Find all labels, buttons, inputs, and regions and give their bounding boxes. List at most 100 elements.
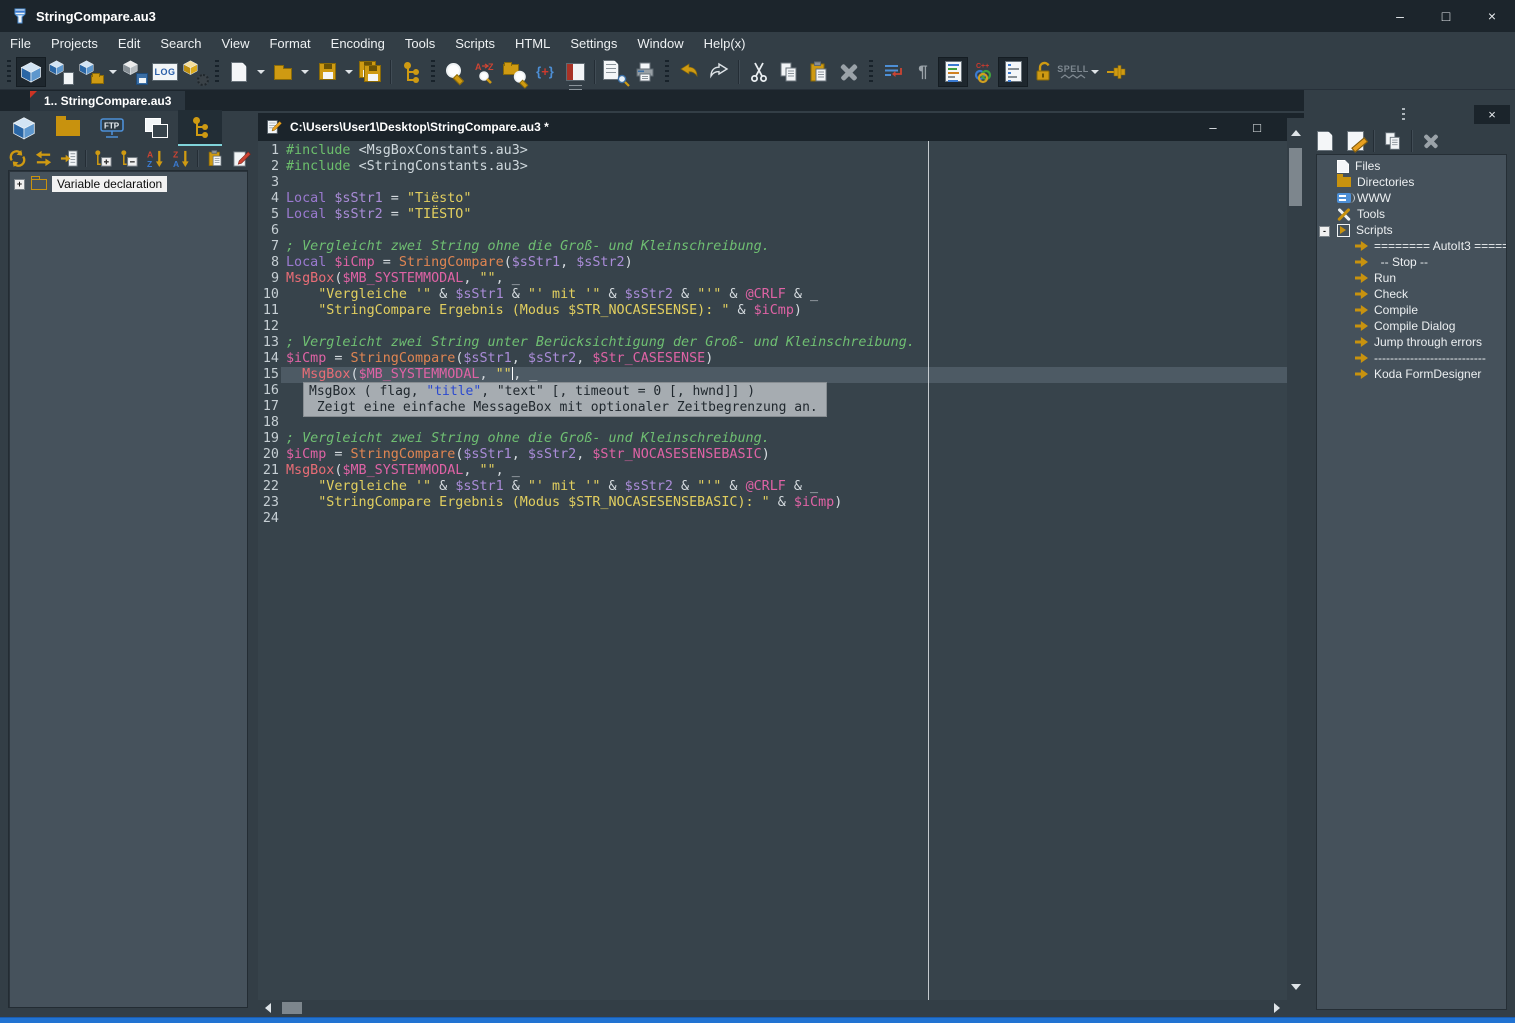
scroll-right-arrow-icon[interactable] bbox=[1274, 1003, 1280, 1013]
tree-item-directories[interactable]: Directories bbox=[1317, 174, 1506, 190]
copy-item-button[interactable] bbox=[1378, 127, 1408, 155]
delete-button[interactable] bbox=[834, 57, 864, 87]
redo-button[interactable] bbox=[704, 57, 734, 87]
close-button[interactable]: × bbox=[1469, 0, 1515, 32]
project-settings-button[interactable] bbox=[180, 57, 210, 87]
cut-button[interactable] bbox=[744, 57, 774, 87]
tree-item-run[interactable]: Run bbox=[1317, 270, 1506, 286]
scroll-left-arrow-icon[interactable] bbox=[265, 1003, 271, 1013]
copy-to-clipboard-button[interactable] bbox=[202, 148, 228, 169]
cpp-highlighter-button[interactable]: C++ bbox=[968, 57, 998, 87]
undo-button[interactable] bbox=[674, 57, 704, 87]
save-all-button[interactable] bbox=[356, 57, 386, 87]
tree-item-variable-declaration[interactable]: + Variable declaration bbox=[14, 174, 247, 194]
show-formatting-button[interactable]: ¶ bbox=[908, 57, 938, 87]
sort-desc-button[interactable]: ZA bbox=[168, 148, 194, 169]
expander-icon[interactable]: - bbox=[1319, 226, 1330, 237]
collapse-all-button[interactable] bbox=[116, 148, 142, 169]
tree-item-jump-through-errors[interactable]: Jump through errors bbox=[1317, 334, 1506, 350]
refresh-button[interactable] bbox=[4, 148, 30, 169]
horizontal-scroll-thumb[interactable] bbox=[282, 1002, 302, 1014]
goto-bracket-button[interactable]: {+} bbox=[530, 57, 560, 87]
horizontal-scrollbar[interactable] bbox=[258, 1000, 1287, 1016]
doc-maximize-button[interactable]: □ bbox=[1240, 113, 1274, 141]
tree-item-tools[interactable]: Tools bbox=[1317, 206, 1506, 222]
syntax-highlight-button[interactable] bbox=[938, 57, 968, 87]
scroll-up-arrow-icon[interactable] bbox=[1291, 130, 1301, 136]
spell-check-button[interactable]: SPELL bbox=[1058, 57, 1088, 87]
print-button[interactable] bbox=[630, 57, 660, 87]
menu-item-html[interactable]: HTML bbox=[505, 36, 560, 51]
project-add-file-button[interactable] bbox=[46, 57, 76, 87]
dictionary-button[interactable] bbox=[560, 57, 590, 87]
expand-all-button[interactable] bbox=[90, 148, 116, 169]
toolbar-grip[interactable] bbox=[215, 60, 219, 84]
tree-item-koda-formdesigner[interactable]: Koda FormDesigner bbox=[1317, 366, 1506, 382]
open-file-button[interactable] bbox=[268, 57, 298, 87]
code-explorer-tree[interactable]: + Variable declaration bbox=[8, 170, 248, 1008]
tab-files[interactable] bbox=[46, 110, 90, 146]
new-item-button[interactable] bbox=[1310, 127, 1340, 155]
tree-item--[interactable]: ---------------------------- bbox=[1317, 350, 1506, 366]
menu-item-settings[interactable]: Settings bbox=[560, 36, 627, 51]
scripts-tree[interactable]: FilesDirectoriesWWWTools-Scripts========… bbox=[1316, 154, 1507, 1010]
menu-item-window[interactable]: Window bbox=[627, 36, 693, 51]
menu-item-projects[interactable]: Projects bbox=[41, 36, 108, 51]
code-explorer-toggle-button[interactable] bbox=[998, 57, 1028, 87]
edit-button[interactable] bbox=[228, 148, 254, 169]
tab-windows[interactable] bbox=[134, 110, 178, 146]
doc-minimize-button[interactable]: – bbox=[1196, 113, 1230, 141]
paste-button[interactable] bbox=[804, 57, 834, 87]
code-explorer-button[interactable] bbox=[396, 57, 426, 87]
maximize-button[interactable]: □ bbox=[1423, 0, 1469, 32]
chevron-down-icon[interactable] bbox=[301, 70, 309, 74]
panel-close-button[interactable]: × bbox=[1474, 105, 1510, 124]
tab-project[interactable] bbox=[2, 110, 46, 146]
toolbar-grip[interactable] bbox=[869, 60, 873, 84]
replace-button[interactable]: AZ bbox=[470, 57, 500, 87]
menu-item-edit[interactable]: Edit bbox=[108, 36, 150, 51]
tree-item--autoit3-[interactable]: ======== AutoIt3 ======== bbox=[1317, 238, 1506, 254]
chevron-down-icon[interactable] bbox=[257, 70, 265, 74]
copy-button[interactable] bbox=[774, 57, 804, 87]
delete-item-button[interactable] bbox=[1416, 127, 1446, 155]
tree-item-files[interactable]: Files bbox=[1317, 158, 1506, 174]
toolbar-grip[interactable] bbox=[431, 60, 435, 84]
tree-item-compile-dialog[interactable]: Compile Dialog bbox=[1317, 318, 1506, 334]
find-in-files-button[interactable] bbox=[500, 57, 530, 87]
menu-item-format[interactable]: Format bbox=[259, 36, 320, 51]
log-button[interactable]: LOG bbox=[150, 57, 180, 87]
menu-item-file[interactable]: File bbox=[0, 36, 41, 51]
find-button[interactable] bbox=[440, 57, 470, 87]
toolbar-grip[interactable] bbox=[7, 60, 11, 84]
lock-file-button[interactable] bbox=[1028, 57, 1058, 87]
print-preview-button[interactable] bbox=[600, 57, 630, 87]
tree-item-check[interactable]: Check bbox=[1317, 286, 1506, 302]
save-button[interactable] bbox=[312, 57, 342, 87]
tree-item-www[interactable]: WWW bbox=[1317, 190, 1506, 206]
panel-grip[interactable] bbox=[1402, 108, 1405, 122]
sort-asc-button[interactable]: AZ bbox=[142, 148, 168, 169]
minimize-button[interactable]: – bbox=[1377, 0, 1423, 32]
tree-item-compile[interactable]: Compile bbox=[1317, 302, 1506, 318]
new-project-button[interactable] bbox=[16, 57, 46, 87]
menu-item-search[interactable]: Search bbox=[150, 36, 211, 51]
word-wrap-button[interactable] bbox=[878, 57, 908, 87]
menu-item-encoding[interactable]: Encoding bbox=[321, 36, 395, 51]
expander-icon[interactable]: + bbox=[14, 179, 25, 190]
vertical-scrollbar[interactable] bbox=[1287, 118, 1304, 1000]
tree-item--stop-[interactable]: -- Stop -- bbox=[1317, 254, 1506, 270]
pin-button[interactable] bbox=[1102, 57, 1132, 87]
project-save-button[interactable] bbox=[120, 57, 150, 87]
chevron-down-icon[interactable] bbox=[109, 70, 117, 74]
swap-button[interactable] bbox=[30, 148, 56, 169]
insert-to-editor-button[interactable] bbox=[56, 148, 82, 169]
tab-ftp[interactable]: FTP bbox=[90, 110, 134, 146]
menu-item-view[interactable]: View bbox=[212, 36, 260, 51]
tab-stringcompare[interactable]: 1.. StringCompare.au3 bbox=[30, 91, 185, 111]
menu-item-helpx[interactable]: Help(x) bbox=[694, 36, 756, 51]
menu-item-scripts[interactable]: Scripts bbox=[445, 36, 505, 51]
edit-item-button[interactable] bbox=[1340, 127, 1370, 155]
code-editor[interactable]: 1#include <MsgBoxConstants.au3>2#include… bbox=[258, 141, 1287, 1000]
chevron-down-icon[interactable] bbox=[345, 70, 353, 74]
